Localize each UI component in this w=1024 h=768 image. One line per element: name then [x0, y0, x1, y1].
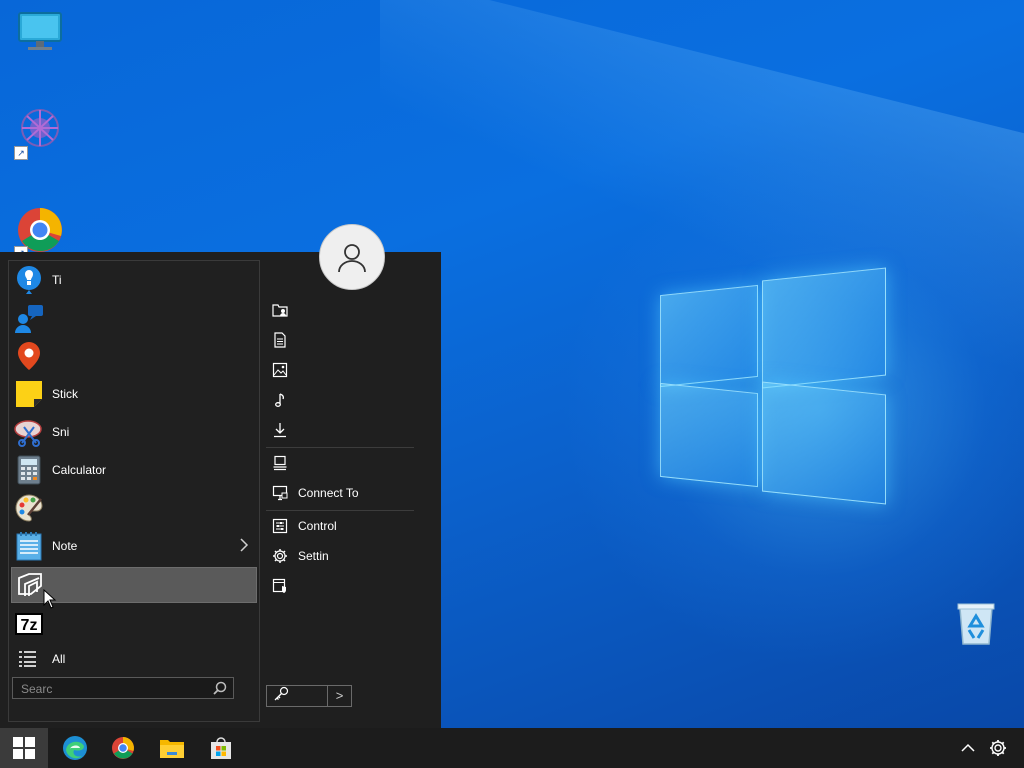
- calculator-icon: [14, 455, 44, 485]
- control-panel-icon: [266, 518, 294, 534]
- chrome-desktop-icon[interactable]: ↗: [14, 206, 64, 260]
- program-tips[interactable]: Ti: [11, 262, 257, 298]
- right-item-documents[interactable]: [266, 326, 414, 354]
- power-options-arrow[interactable]: >: [328, 685, 352, 707]
- right-item-downloads[interactable]: [266, 416, 414, 444]
- program-list-pane: Ti Stick Sni Calculator Note 7z All: [8, 260, 260, 722]
- right-item-pictures[interactable]: [266, 356, 414, 384]
- taskbar: [0, 728, 1024, 768]
- gear-icon: [266, 548, 294, 564]
- taskbar-chrome[interactable]: [99, 728, 147, 768]
- right-item-security[interactable]: [266, 572, 414, 600]
- sticky-note-icon: [14, 379, 44, 409]
- seven-zip-icon: 7z: [14, 609, 44, 639]
- user-folder-icon: [266, 302, 294, 318]
- all-programs-button[interactable]: All: [11, 641, 257, 677]
- user-avatar[interactable]: [319, 224, 385, 290]
- search-icon[interactable]: [213, 681, 227, 700]
- start-button[interactable]: [0, 728, 48, 768]
- lightbulb-icon: [14, 265, 44, 295]
- computer-icon: [266, 455, 294, 471]
- picture-icon: [266, 362, 294, 378]
- app-shortcut-desktop-icon[interactable]: ↗: [14, 106, 64, 160]
- shield-window-icon: [266, 578, 294, 594]
- people-chat-icon: [14, 303, 44, 333]
- taskbar-file-explorer[interactable]: [148, 728, 196, 768]
- separator: [266, 510, 414, 511]
- right-item-label: Settin: [298, 549, 329, 563]
- right-item-music[interactable]: [266, 386, 414, 414]
- program-label: Ti: [52, 273, 62, 287]
- download-icon: [266, 422, 294, 438]
- palette-icon: [14, 493, 44, 523]
- right-item-user-folder[interactable]: [266, 296, 414, 324]
- taskbar-store[interactable]: [197, 728, 245, 768]
- recycle-bin-desktop-icon[interactable]: [952, 600, 1000, 648]
- program-snipping-tool[interactable]: Sni: [11, 414, 257, 450]
- tray-settings[interactable]: [976, 728, 1020, 768]
- program-label: Note: [52, 539, 78, 553]
- program-sticky-notes[interactable]: Stick: [11, 376, 257, 412]
- right-item-label: Control: [298, 519, 337, 533]
- program-label: Calculator: [52, 463, 107, 477]
- program-label: Stick: [52, 387, 79, 401]
- edge-icon: [63, 736, 87, 760]
- windows-logo-wallpaper: [660, 267, 886, 505]
- map-pin-icon: [14, 341, 44, 371]
- right-item-label: Connect To: [298, 486, 359, 500]
- music-note-icon: [266, 392, 294, 408]
- folder-icon: [160, 740, 184, 758]
- power-button[interactable]: [266, 685, 328, 707]
- user-icon: [338, 244, 366, 273]
- store-bag-icon: [211, 737, 231, 759]
- notepad-icon: [14, 531, 44, 561]
- window-stack-icon: [15, 570, 45, 600]
- program-notepad[interactable]: Note: [11, 528, 257, 564]
- windows-logo-icon: [13, 737, 35, 759]
- program-maps[interactable]: [11, 338, 257, 374]
- key-icon: [273, 686, 289, 707]
- connect-monitor-icon: [266, 485, 294, 501]
- chevron-up-icon: [961, 743, 975, 752]
- right-item-settings[interactable]: Settin: [266, 542, 414, 570]
- monitor-icon: [18, 12, 62, 50]
- shortcut-arrow-icon: ↗: [14, 146, 28, 160]
- start-menu: Ti Stick Sni Calculator Note 7z All Sear…: [0, 224, 441, 728]
- document-icon: [266, 332, 294, 348]
- program-people[interactable]: [11, 300, 257, 336]
- chrome-icon: [112, 737, 134, 759]
- program-paint[interactable]: [11, 490, 257, 526]
- right-item-connect-to[interactable]: Connect To: [266, 479, 414, 507]
- program-label: Sni: [52, 425, 70, 439]
- program-calculator[interactable]: Calculator: [11, 452, 257, 488]
- list-icon: [14, 644, 44, 674]
- mouse-cursor-icon: [43, 588, 57, 614]
- recycle-bin-icon: [957, 603, 995, 645]
- all-programs-label: All: [52, 652, 66, 666]
- chevron-right-icon[interactable]: [239, 538, 249, 555]
- scissors-icon: [14, 417, 44, 447]
- search-box: [12, 677, 234, 700]
- this-pc-desktop-icon[interactable]: [16, 10, 64, 58]
- taskbar-edge[interactable]: [51, 728, 99, 768]
- separator: [266, 447, 414, 448]
- search-input[interactable]: [13, 678, 219, 700]
- right-item-control-panel[interactable]: Control: [266, 512, 414, 540]
- gear-icon: [990, 740, 1006, 756]
- right-item-computer[interactable]: [266, 449, 414, 477]
